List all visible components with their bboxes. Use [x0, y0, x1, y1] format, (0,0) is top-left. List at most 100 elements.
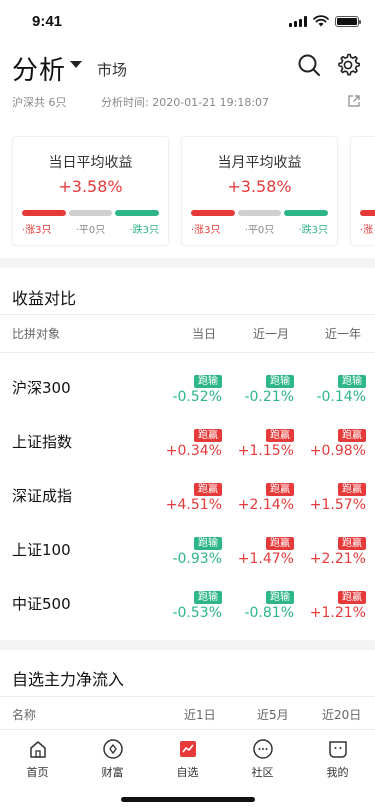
- percent-value: -0.81%: [244, 605, 294, 621]
- tab-label: 自选: [176, 766, 199, 779]
- flat-bar: [68, 210, 113, 216]
- tab-label: 财富: [101, 766, 124, 779]
- column-header-20d: 近20日: [322, 708, 362, 722]
- section-separator: [0, 258, 375, 268]
- result-badge: 跑输: [194, 537, 222, 550]
- comparison-cell: 跑赢 +2.21%: [296, 531, 366, 567]
- home-indicator: [121, 797, 255, 802]
- row-name[interactable]: 深证成指: [12, 485, 72, 506]
- row-name[interactable]: 中证500: [12, 593, 71, 614]
- column-header-month: 近一月: [253, 327, 290, 341]
- percent-value: -0.21%: [244, 389, 294, 405]
- column-header-name: 名称: [12, 708, 37, 722]
- tab-home[interactable]: 首页: [0, 738, 75, 780]
- comparison-cell: 跑输 -0.14%: [296, 369, 366, 405]
- divider: [0, 696, 375, 697]
- result-badge: 跑输: [266, 375, 294, 388]
- percent-value: -0.93%: [172, 551, 222, 567]
- section-separator: [0, 640, 375, 650]
- down-count: ·跌3只: [129, 225, 159, 236]
- battery-icon: [335, 15, 361, 27]
- up-bar: [360, 210, 375, 216]
- comparison-cell: 跑输 -0.53%: [152, 585, 222, 621]
- comparison-cell: 跑输 -0.21%: [224, 369, 294, 405]
- search-icon[interactable]: [296, 52, 322, 78]
- result-badge: 跑赢: [338, 537, 366, 550]
- watchlist-icon: [179, 741, 196, 757]
- comparison-cell: 跑赢 +1.47%: [224, 531, 294, 567]
- card-title: 当日平均收益: [48, 155, 133, 171]
- comparison-title: 收益对比: [12, 289, 77, 308]
- comparison-cell: 跑赢 +1.15%: [224, 423, 294, 459]
- share-icon[interactable]: [347, 94, 361, 108]
- wealth-icon: [102, 739, 123, 759]
- percent-value: -0.53%: [172, 605, 222, 621]
- row-name[interactable]: 沪深300: [12, 377, 71, 398]
- distribution-bar: [22, 210, 160, 216]
- tab-profile[interactable]: 我的: [300, 738, 375, 780]
- page-title[interactable]: 分析: [12, 50, 66, 87]
- flat-count: ·平0只: [244, 225, 275, 236]
- comparison-cell: 跑输 -0.81%: [224, 585, 294, 621]
- profile-icon: [328, 741, 347, 758]
- comparison-cell: 跑赢 +0.98%: [296, 423, 366, 459]
- percent-value: -0.14%: [316, 389, 366, 405]
- tab-wealth[interactable]: 财富: [75, 738, 150, 780]
- status-time: 9:41: [32, 13, 63, 30]
- percent-value: +1.15%: [237, 443, 294, 459]
- net-inflow-title: 自选主力净流入: [12, 670, 125, 689]
- card-title: 当月平均收益: [217, 155, 302, 171]
- percent-value: +1.47%: [237, 551, 294, 567]
- comparison-cell: 跑赢 +4.51%: [152, 477, 222, 513]
- result-badge: 跑赢: [338, 591, 366, 604]
- result-badge: 跑赢: [338, 429, 366, 442]
- row-name[interactable]: 上证100: [12, 539, 71, 560]
- percent-value: +0.98%: [309, 443, 366, 459]
- result-badge: 跑输: [194, 591, 222, 604]
- summary-card-daily[interactable]: 当日平均收益 +3.58% ·涨3只 ·平0只 ·跌3只: [12, 136, 169, 246]
- market-tab[interactable]: 市场: [97, 59, 127, 80]
- tab-watchlist[interactable]: 自选: [150, 738, 225, 780]
- caret-down-icon[interactable]: [70, 61, 82, 68]
- result-badge: 跑输: [194, 375, 222, 388]
- result-badge: 跑赢: [194, 429, 222, 442]
- status-icons: [289, 15, 361, 27]
- summary-card-monthly[interactable]: 当月平均收益 +3.58% ·涨3只 ·平0只 ·跌3只: [181, 136, 338, 246]
- distribution-labels: ·涨: [360, 221, 375, 236]
- percent-value: +1.57%: [309, 497, 366, 513]
- summary-cards: 当日平均收益 +3.58% ·涨3只 ·平0只 ·跌3只 当月平均收益 +3.5…: [0, 136, 375, 246]
- result-badge: 跑输: [266, 591, 294, 604]
- comparison-cell: 跑赢 +0.34%: [152, 423, 222, 459]
- percent-value: +2.14%: [237, 497, 294, 513]
- meta-row: 沪深共 6只 分析时间: 2020-01-21 19:18:07: [0, 92, 375, 112]
- divider: [0, 352, 375, 353]
- divider: [0, 314, 375, 315]
- column-header-year: 近一年: [325, 327, 362, 341]
- gear-icon[interactable]: [335, 52, 361, 78]
- comparison-cell: 跑输 -0.93%: [152, 531, 222, 567]
- down-bar: [284, 210, 329, 216]
- tab-community[interactable]: 社区: [225, 738, 300, 780]
- result-badge: 跑赢: [266, 429, 294, 442]
- comparison-cell: 跑赢 +1.21%: [296, 585, 366, 621]
- flat-count: ·平0只: [75, 225, 106, 236]
- up-count: ·涨3只: [22, 225, 52, 236]
- comparison-cell: 跑输 -0.52%: [152, 369, 222, 405]
- up-bar: [22, 210, 66, 216]
- result-badge: 跑赢: [338, 483, 366, 496]
- distribution-labels: ·涨3只 ·平0只 ·跌3只: [191, 221, 328, 236]
- distribution-labels: ·涨3只 ·平0只 ·跌3只: [22, 221, 159, 236]
- flat-bar: [237, 210, 282, 216]
- distribution-bar: [360, 210, 375, 216]
- summary-card-partial[interactable]: ·涨: [350, 136, 375, 246]
- distribution-bar: [191, 210, 329, 216]
- result-badge: 跑赢: [266, 483, 294, 496]
- result-badge: 跑赢: [266, 537, 294, 550]
- percent-value: +1.21%: [309, 605, 366, 621]
- column-header-day: 当日: [192, 327, 217, 341]
- header: 分析 市场: [0, 44, 375, 90]
- row-name[interactable]: 上证指数: [12, 431, 72, 452]
- wifi-icon: [313, 15, 329, 27]
- community-icon: [252, 739, 273, 759]
- card-value: +3.58%: [227, 177, 292, 196]
